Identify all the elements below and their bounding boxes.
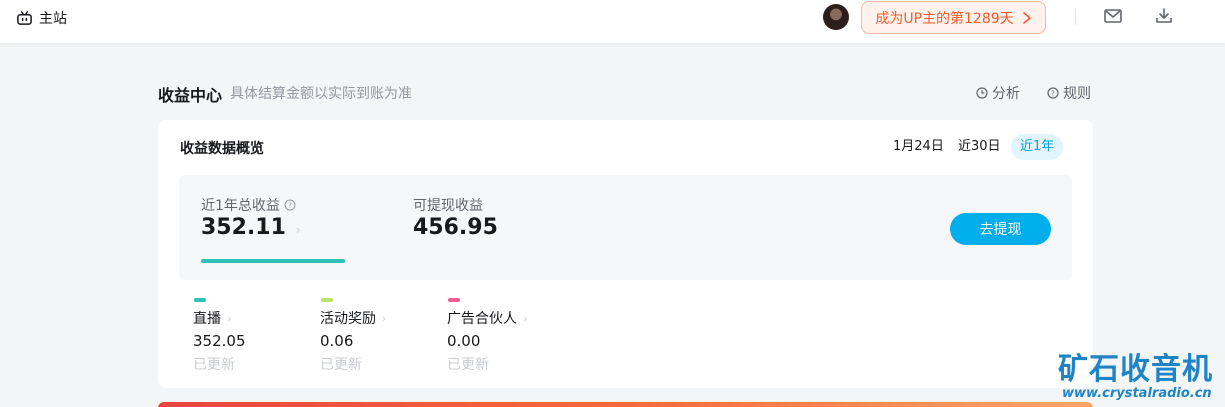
page-note: 具体结算金额以实际到账为准: [230, 86, 412, 102]
total-earnings-label: 近1年总收益 ?: [201, 195, 296, 215]
range-day[interactable]: 1月24日: [884, 134, 953, 160]
tv-icon: [17, 10, 32, 25]
help-icon[interactable]: ?: [284, 199, 296, 211]
home-label: 主站: [39, 11, 67, 27]
earnings-overview-card: 收益数据概览 1月24日 近30日 近1年 近1年总收益 ? 352.11 › …: [158, 120, 1093, 388]
withdrawable-label: 可提现收益: [413, 198, 483, 214]
watermark-url: www.crystalradio.cn: [1062, 386, 1212, 401]
toolbar-divider: [1075, 9, 1076, 25]
source-value: 352.05: [193, 332, 246, 350]
promo-banner[interactable]: [158, 402, 1093, 407]
rules-label: 规则: [1063, 86, 1091, 102]
download-icon[interactable]: [1154, 6, 1174, 26]
top-bar: 主站 成为UP主的第1289天: [0, 0, 1225, 43]
source-value: 0.06: [320, 332, 354, 350]
source-status: 已更新: [193, 357, 235, 373]
total-earnings-number: 352.11: [201, 215, 286, 240]
source-name: 直播 ›: [193, 308, 246, 328]
withdrawable-number: 456.95: [413, 215, 498, 240]
source-live[interactable]: 直播 › 352.05 已更新: [193, 298, 246, 374]
source-name: 活动奖励 ›: [320, 308, 386, 328]
source-name-text: 广告合伙人: [447, 311, 517, 327]
page-title: 收益中心: [158, 86, 223, 105]
total-earnings-bar: [201, 259, 345, 263]
chevron-right-icon: ›: [295, 223, 301, 237]
clock-icon: [976, 87, 988, 99]
total-earnings-bar-fill: [201, 259, 345, 263]
up-days-badge[interactable]: 成为UP主的第1289天: [861, 1, 1046, 34]
home-link[interactable]: 主站: [16, 8, 67, 28]
svg-text:?: ?: [1051, 90, 1055, 98]
source-value: 0.00: [447, 332, 481, 350]
source-color-dot: [194, 298, 206, 302]
source-color-dot: [448, 298, 460, 302]
overview-title: 收益数据概览: [180, 141, 264, 157]
range-30d[interactable]: 近30日: [949, 134, 1010, 160]
analysis-link[interactable]: 分析: [976, 83, 1020, 103]
earnings-summary: 近1年总收益 ? 352.11 › 可提现收益 456.95 去提现: [179, 175, 1072, 280]
total-earnings-value[interactable]: 352.11 ›: [201, 215, 301, 240]
chevron-right-icon: ›: [227, 311, 232, 325]
source-activity-reward[interactable]: 活动奖励 › 0.06 已更新: [320, 298, 386, 374]
withdrawable-value: 456.95: [413, 215, 498, 240]
rules-link[interactable]: ? 规则: [1047, 83, 1091, 103]
watermark-logo-text: 矿石收音机: [1058, 352, 1213, 387]
withdraw-button[interactable]: 去提现: [950, 213, 1051, 245]
total-earnings-label-text: 近1年总收益: [201, 198, 280, 214]
chevron-right-icon: [1022, 11, 1031, 24]
question-icon: ?: [1047, 87, 1059, 99]
source-ad-partner[interactable]: 广告合伙人 › 0.00 已更新: [447, 298, 527, 374]
up-days-label: 成为UP主的第1289天: [875, 10, 1014, 27]
svg-text:?: ?: [288, 202, 292, 210]
source-name: 广告合伙人 ›: [447, 308, 527, 328]
source-status: 已更新: [447, 357, 489, 373]
chevron-right-icon: ›: [523, 311, 528, 325]
avatar[interactable]: [823, 4, 849, 30]
source-color-dot: [321, 298, 333, 302]
source-name-text: 活动奖励: [320, 311, 376, 327]
mail-icon[interactable]: [1103, 7, 1123, 25]
source-name-text: 直播: [193, 311, 221, 327]
source-status: 已更新: [320, 357, 362, 373]
chevron-right-icon: ›: [382, 311, 387, 325]
analysis-label: 分析: [992, 86, 1020, 102]
range-1y[interactable]: 近1年: [1011, 134, 1064, 160]
